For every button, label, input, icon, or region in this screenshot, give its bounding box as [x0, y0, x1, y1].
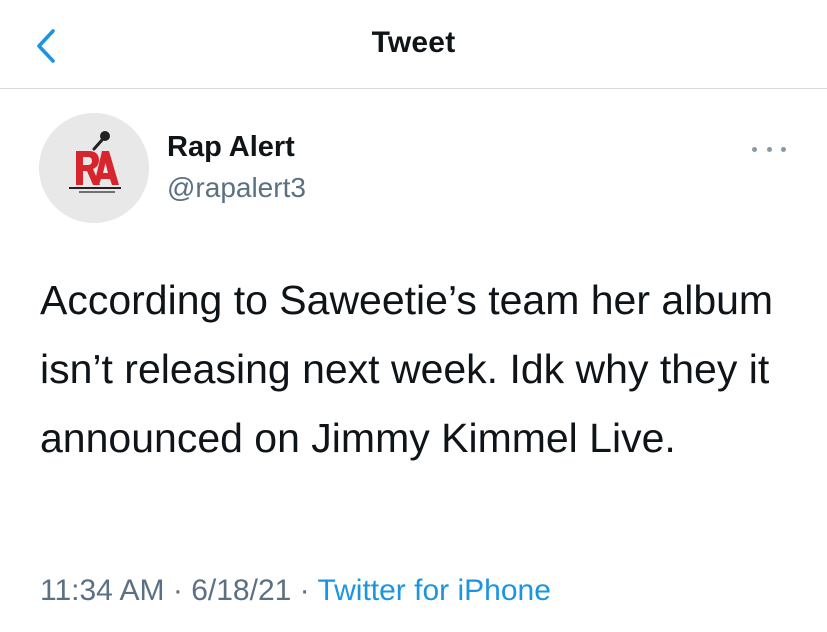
separator: · [299, 574, 310, 607]
rap-alert-logo [39, 113, 149, 223]
author-name[interactable]: Rap Alert [167, 131, 295, 164]
separator: · [172, 574, 183, 607]
avatar[interactable] [39, 113, 149, 223]
author-handle[interactable]: @rapalert3 [167, 172, 306, 204]
nav-bar: Tweet [0, 0, 827, 89]
tweet-text: According to Saweetie’s team her album i… [40, 277, 774, 461]
more-options-button[interactable] [752, 140, 786, 158]
ellipsis-icon [752, 146, 757, 152]
tweet-metadata: 11:34 AM · 6/18/21 · Twitter for iPhone [40, 574, 551, 608]
page-title: Tweet [371, 26, 456, 59]
ellipsis-icon [766, 146, 772, 152]
tweet-time: 11:34 AM [40, 574, 165, 607]
tweet-date: 6/18/21 [191, 574, 292, 607]
tweet-source-link[interactable]: Twitter for iPhone [317, 574, 550, 607]
ellipsis-icon [781, 146, 786, 152]
